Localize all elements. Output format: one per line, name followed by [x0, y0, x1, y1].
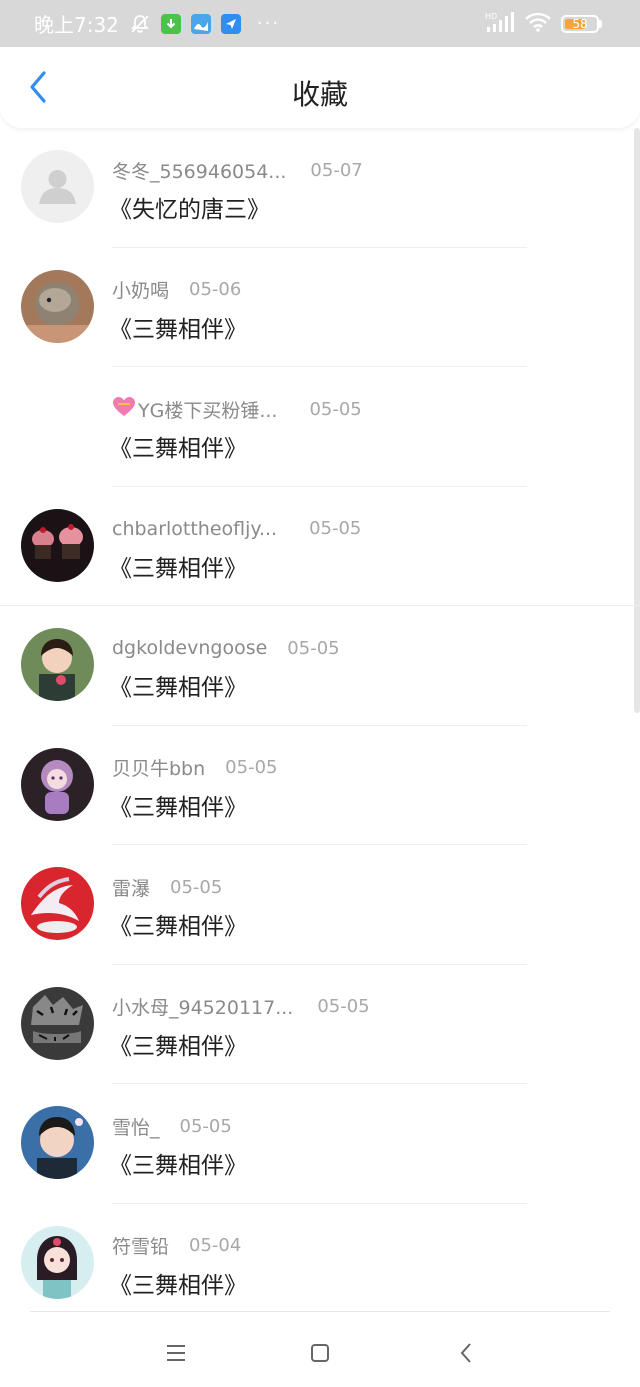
- battery-tip: [599, 19, 602, 28]
- item-meta: 雷瀑 05-05: [112, 874, 222, 900]
- home-square-icon: [311, 1344, 329, 1362]
- cupcake-avatar[interactable]: [21, 508, 94, 582]
- more-notifications: ···: [256, 13, 281, 34]
- item-title[interactable]: 《三舞相伴》: [109, 429, 247, 463]
- list-item[interactable]: 贝贝牛bbn 05-05 《三舞相伴》: [0, 726, 640, 845]
- tiger-avatar[interactable]: [21, 986, 94, 1060]
- item-date: 05-07: [310, 159, 363, 181]
- user-name[interactable]: chbarlottheofljy...: [112, 518, 277, 540]
- nav-divider: [30, 1311, 610, 1312]
- item-title[interactable]: 《三舞相伴》: [109, 1146, 247, 1180]
- heart-icon: [112, 396, 136, 422]
- item-meta: 小水母_94520117... 05-05: [112, 994, 370, 1020]
- item-date: 05-05: [309, 398, 362, 420]
- user-name[interactable]: 雪怡_: [112, 1113, 160, 1140]
- menu-button[interactable]: [156, 1333, 196, 1373]
- status-bar: 晚上7:32 ··· HD 58: [0, 0, 640, 47]
- item-date: 05-05: [225, 757, 278, 778]
- user-name[interactable]: 冬冬_556946054...: [112, 157, 286, 184]
- item-title[interactable]: 《三舞相伴》: [109, 1266, 247, 1300]
- item-date: 05-05: [170, 876, 223, 898]
- item-meta: YG楼下买粉锤... 05-05: [112, 396, 362, 422]
- user-name[interactable]: 雷瀑: [112, 874, 150, 901]
- list-item[interactable]: 雪怡_ 05-05 《三舞相伴》: [0, 1084, 640, 1204]
- person-avatar[interactable]: [21, 1106, 94, 1179]
- default-avatar-icon[interactable]: [21, 150, 94, 223]
- item-meta: 小奶喝 05-06: [112, 277, 241, 303]
- back-triangle-icon: [460, 1343, 471, 1363]
- item-date: 05-05: [309, 518, 362, 539]
- battery-icon: 58: [561, 14, 602, 33]
- item-date: 05-06: [189, 279, 242, 300]
- item-meta: 冬冬_556946054... 05-07: [112, 157, 363, 183]
- anime-purple-avatar[interactable]: [21, 747, 94, 821]
- status-left: 晚上7:32 ···: [34, 9, 280, 38]
- wifi-icon: [525, 12, 551, 36]
- item-title[interactable]: 《三舞相伴》: [109, 668, 247, 702]
- item-meta: chbarlottheofljy... 05-05: [112, 516, 361, 542]
- item-meta: 符雪铅 05-04: [112, 1233, 241, 1259]
- item-date: 05-04: [189, 1235, 242, 1256]
- list-item[interactable]: 雷瀑 05-05 《三舞相伴》: [0, 845, 640, 965]
- system-nav-bar: [0, 1311, 640, 1387]
- user-name[interactable]: dgkoldevngoose: [112, 637, 267, 659]
- list-item[interactable]: dgkoldevngoose 05-05 《三舞相伴》: [0, 606, 640, 726]
- list-item[interactable]: chbarlottheofljy... 05-05 《三舞相伴》: [0, 487, 640, 606]
- pegasus-avatar[interactable]: [21, 867, 94, 940]
- item-title[interactable]: 《三舞相伴》: [109, 549, 247, 583]
- item-meta: 贝贝牛bbn 05-05: [112, 755, 277, 781]
- hamster-avatar[interactable]: [21, 269, 94, 343]
- status-time: 晚上7:32: [34, 13, 119, 37]
- item-meta: dgkoldevngoose 05-05: [112, 635, 340, 661]
- list-item[interactable]: 小奶喝 05-06 《三舞相伴》: [0, 248, 640, 367]
- item-date: 05-05: [287, 637, 340, 659]
- item-title[interactable]: 《失忆的唐三》: [109, 190, 270, 224]
- item-date: 05-05: [179, 1115, 232, 1137]
- back-nav-button[interactable]: [446, 1333, 486, 1373]
- page-title: 收藏: [291, 78, 348, 111]
- battery-level: 58: [572, 16, 588, 31]
- svg-text:HD: HD: [485, 12, 497, 21]
- user-name[interactable]: 小奶喝: [112, 276, 169, 303]
- status-right: HD 58: [485, 0, 602, 47]
- favorites-list: 冬冬_556946054... 05-07 《失忆的唐三》 小奶喝 05-06 …: [0, 128, 640, 1323]
- list-item[interactable]: YG楼下买粉锤... 05-05 《三舞相伴》: [0, 367, 640, 487]
- download-icon: [160, 13, 181, 34]
- home-button[interactable]: [300, 1333, 340, 1373]
- item-title[interactable]: 《三舞相伴》: [109, 907, 247, 941]
- header: 收藏: [0, 47, 640, 128]
- user-name[interactable]: 小水母_94520117...: [112, 993, 293, 1020]
- item-date: 05-05: [317, 996, 370, 1017]
- item-meta: 雪怡_ 05-05: [112, 1113, 232, 1139]
- child-avatar[interactable]: [21, 628, 94, 701]
- anime-girl-avatar[interactable]: [21, 1225, 94, 1299]
- battery-body: 58: [561, 14, 599, 33]
- list-item[interactable]: 符雪铅 05-04 《三舞相伴》: [0, 1204, 640, 1324]
- item-title[interactable]: 《三舞相伴》: [109, 1027, 247, 1061]
- list-item[interactable]: 冬冬_556946054... 05-07 《失忆的唐三》: [0, 128, 640, 248]
- user-name[interactable]: 贝贝牛bbn: [112, 754, 205, 781]
- send-icon: [220, 13, 241, 34]
- user-name[interactable]: YG楼下买粉锤...: [138, 396, 277, 423]
- list-item[interactable]: 小水母_94520117... 05-05 《三舞相伴》: [0, 965, 640, 1084]
- weather-icon: [190, 13, 211, 34]
- mute-bell-icon: [129, 13, 151, 35]
- menu-icon: [167, 1345, 185, 1361]
- user-name[interactable]: 符雪铅: [112, 1232, 169, 1259]
- item-title[interactable]: 《三舞相伴》: [109, 788, 247, 822]
- item-title[interactable]: 《三舞相伴》: [109, 310, 247, 344]
- signal-icon: HD: [485, 11, 515, 37]
